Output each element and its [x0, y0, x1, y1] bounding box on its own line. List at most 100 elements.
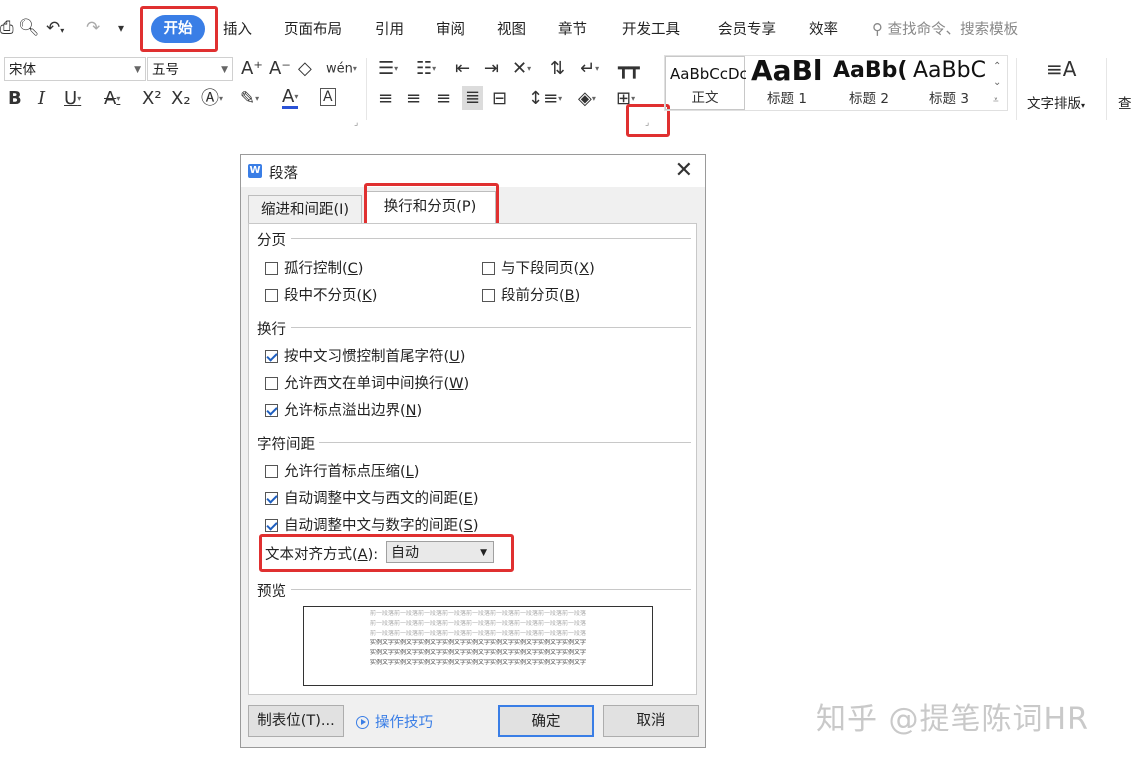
close-icon[interactable]: ✕ [675, 158, 693, 183]
grow-font-icon[interactable]: A⁺ [241, 58, 263, 80]
increase-indent-icon[interactable]: ⇥ [484, 58, 499, 80]
text-effect-icon[interactable]: Ⓐ▾ [201, 88, 223, 110]
checkbox-page-break-before[interactable]: 段前分页(B) [482, 284, 580, 305]
tabs-button[interactable]: 制表位(T)... [248, 705, 344, 737]
checkbox-chinese-line-break[interactable]: 按中文习惯控制首尾字符(U) [265, 345, 465, 366]
checkbox-box [265, 404, 278, 417]
superscript-icon[interactable]: X² [142, 88, 162, 110]
checkbox-box [265, 377, 278, 390]
checkbox-hanging-punctuation[interactable]: 允许标点溢出边界(N) [265, 399, 422, 420]
style-normal[interactable]: AaBbCcDc 正文 [665, 56, 746, 110]
style-heading-2[interactable]: AaBb( 标题 2 [829, 56, 909, 110]
ribbon-separator [1106, 58, 1107, 120]
tab-page-layout[interactable]: 页面布局 [284, 18, 342, 39]
access-key: E [463, 491, 473, 507]
checkbox-compress-punctuation[interactable]: 允许行首标点压缩(L) [265, 460, 419, 481]
ribbon-separator [366, 58, 367, 120]
checkbox-western-word-wrap[interactable]: 允许西文在单词中间换行(W) [265, 372, 469, 393]
search-icon: ⚲ [872, 20, 883, 38]
chinese-layout-icon[interactable]: ✕▾ [512, 58, 531, 80]
checkbox-box [265, 262, 278, 275]
section-title: 分页 [257, 233, 286, 249]
tab-view[interactable]: 视图 [497, 18, 526, 39]
access-key: N [405, 403, 417, 419]
font-color-icon[interactable]: A▾ [282, 88, 299, 109]
section-divider [291, 238, 691, 239]
font-dialog-launcher-icon[interactable]: ⌟ [354, 112, 358, 134]
section-title: 换行 [257, 322, 286, 338]
find-button[interactable]: 查 [1118, 92, 1132, 112]
tab-member[interactable]: 会员专享 [718, 18, 776, 39]
tab-efficiency[interactable]: 效率 [809, 18, 838, 39]
undo-icon[interactable]: ↶▾ [46, 18, 64, 41]
style-label: 标题 3 [929, 91, 969, 107]
redo-icon[interactable]: ↷ [86, 18, 100, 38]
italic-icon[interactable]: I [38, 88, 45, 110]
tab-references[interactable]: 引用 [375, 18, 404, 39]
highlight-color-icon[interactable]: ✎▾ [240, 88, 259, 110]
font-size-select[interactable]: 五号 ▼ [147, 57, 233, 81]
shrink-font-icon[interactable]: A⁻ [269, 58, 291, 80]
tab-insert[interactable]: 插入 [223, 18, 252, 39]
tab-developer[interactable]: 开发工具 [622, 18, 680, 39]
search-placeholder: 查找命令、搜索模板 [887, 22, 1019, 38]
save-icon[interactable]: ⎙ [0, 18, 14, 38]
show-marks-icon[interactable]: ↵▾ [580, 58, 599, 80]
ruler-icon[interactable]: ┳┳ [618, 58, 640, 80]
checkbox-keep-lines-together[interactable]: 段中不分页(K) [265, 284, 377, 305]
cancel-button[interactable]: 取消 [603, 705, 699, 737]
clear-format-icon[interactable]: ◇ [298, 58, 312, 80]
checkbox-auto-space-latin[interactable]: 自动调整中文与西文的间距(E) [265, 487, 479, 508]
quick-access-dropdown-icon[interactable]: ▾ [118, 18, 124, 38]
preview-sample-line: 实例文字实例文字实例文字实例文字实例文字实例文字实例文字实例文字实例文字 [369, 659, 586, 666]
checkbox-label: 自动调整中文与西文的间距( [284, 491, 464, 507]
style-heading-3[interactable]: AaBbC 标题 3 [909, 56, 989, 110]
align-right-icon[interactable]: ≡ [436, 88, 451, 110]
style-more-icon[interactable]: ⩡ [993, 90, 999, 112]
strikethrough-icon[interactable]: A▾ [104, 88, 120, 110]
checkbox-label: 段前分页( [501, 288, 565, 304]
command-search[interactable]: ⚲ 查找命令、搜索模板 [872, 18, 1018, 39]
shading-icon[interactable]: ◈▾ [578, 88, 596, 110]
style-gallery: AaBbCcDc 正文 AaBl 标题 1 AaBb( 标题 2 AaBbC 标… [664, 54, 1008, 112]
bullets-icon[interactable]: ☰▾ [378, 58, 398, 80]
checkbox-label: 与下段同页( [501, 261, 580, 277]
checkbox-label: 孤行控制( [284, 261, 348, 277]
paragraph-dialog: W 段落 ✕ 缩进和间距(I) 换行和分页(P) 分页 孤行控制(C) 与下段同… [240, 154, 706, 748]
checkbox-widow-control[interactable]: 孤行控制(C) [265, 257, 363, 278]
underline-icon[interactable]: U▾ [64, 88, 81, 110]
decrease-indent-icon[interactable]: ⇤ [455, 58, 470, 80]
text-layout-button[interactable]: 文字排版▾ [1027, 92, 1085, 112]
line-spacing-icon[interactable]: ↕≡▾ [528, 88, 562, 110]
numbering-icon[interactable]: ☷▾ [416, 58, 436, 80]
watermark: 知乎 @提笔陈词HR [816, 702, 1089, 737]
preview-sample-line: 实例文字实例文字实例文字实例文字实例文字实例文字实例文字实例文字实例文字 [369, 649, 586, 656]
tab-chapter[interactable]: 章节 [558, 18, 587, 39]
preview-sample-line: 实例文字实例文字实例文字实例文字实例文字实例文字实例文字实例文字实例文字 [369, 639, 586, 646]
subscript-icon[interactable]: X₂ [171, 88, 191, 110]
font-name-select[interactable]: 宋体 ▼ [4, 57, 146, 81]
menu-bar: ⎙ 🔍︎ ↶▾ ↷ ▾ 开始 插入 页面布局 引用 审阅 视图 章节 开发工具 … [0, 0, 1132, 56]
checkbox-keep-with-next[interactable]: 与下段同页(X) [482, 257, 595, 278]
ok-button[interactable]: 确定 [498, 705, 594, 737]
highlight-box-home [140, 6, 218, 52]
style-heading-1[interactable]: AaBl 标题 1 [747, 54, 827, 110]
section-char-spacing: 字符间距 [257, 433, 691, 454]
justify-icon[interactable]: ≣ [462, 86, 484, 110]
distributed-icon[interactable]: ⊟ [492, 88, 507, 110]
checkbox-box [265, 519, 278, 532]
tab-indent-spacing[interactable]: 缩进和间距(I) [248, 195, 362, 223]
align-left-icon[interactable]: ≡ [378, 88, 393, 110]
checkbox-box [265, 492, 278, 505]
text-layout-icon[interactable]: ≡A [1046, 58, 1076, 80]
bold-icon[interactable]: B [8, 88, 22, 110]
checkbox-auto-space-number[interactable]: 自动调整中文与数字的间距(S) [265, 514, 479, 535]
tab-review[interactable]: 审阅 [436, 18, 465, 39]
phonetic-guide-icon[interactable]: wén▾ [326, 58, 357, 81]
align-center-icon[interactable]: ≡ [406, 88, 421, 110]
sort-icon[interactable]: ⇅ [550, 58, 565, 80]
print-preview-icon[interactable]: 🔍︎ [18, 18, 40, 38]
tips-link[interactable]: 操作技巧 [356, 711, 433, 732]
char-border-icon[interactable]: A [320, 88, 336, 106]
checkbox-label: 段中不分页( [284, 288, 363, 304]
